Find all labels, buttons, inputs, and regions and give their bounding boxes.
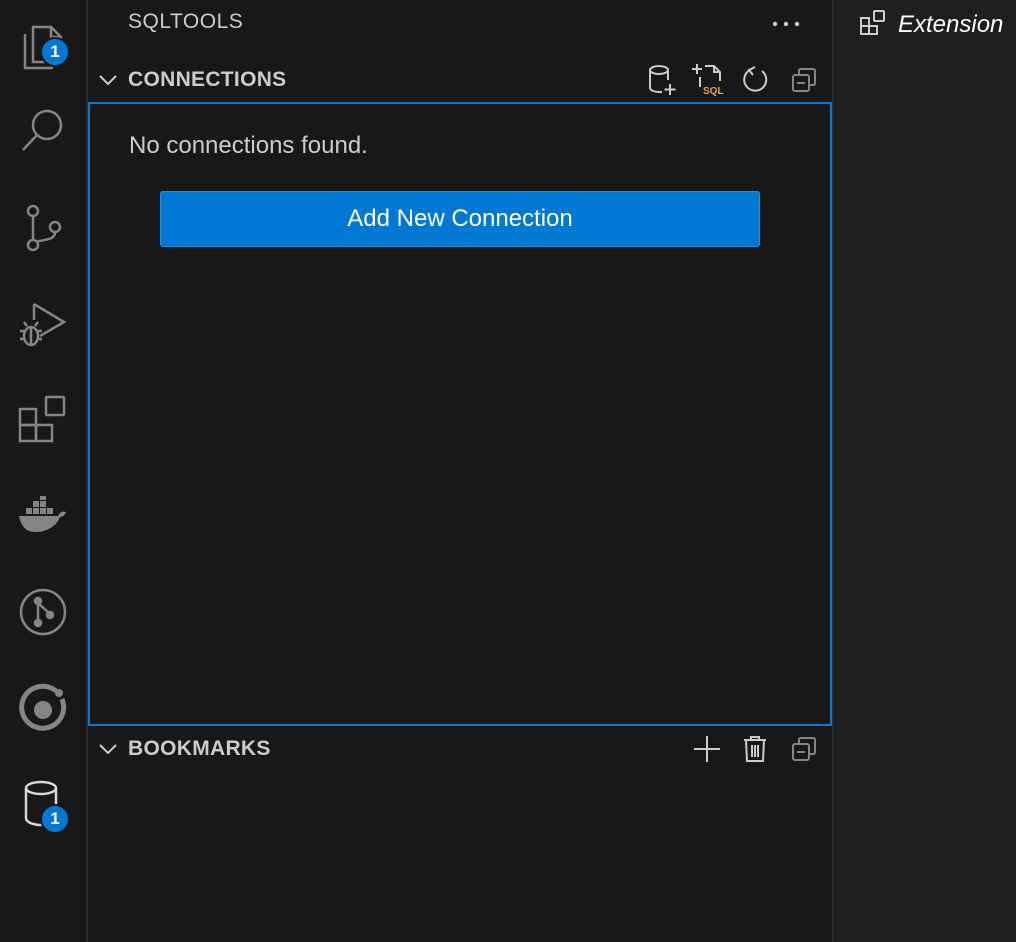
sidebar-sqltools: SQLTOOLS CONNECTIONS SQL No connections … bbox=[88, 0, 834, 942]
connections-title: CONNECTIONS bbox=[128, 68, 287, 91]
tab-extension[interactable]: Extension bbox=[834, 0, 1016, 48]
activity-extensions[interactable] bbox=[0, 372, 86, 468]
refresh-button[interactable] bbox=[737, 62, 773, 98]
extensions-icon bbox=[860, 10, 885, 35]
collapse-all-button[interactable] bbox=[786, 62, 822, 98]
collapse-all-icon bbox=[792, 68, 816, 92]
refresh-icon bbox=[743, 66, 768, 92]
tab-label: Extension bbox=[898, 11, 1004, 38]
delete-bookmarks-button[interactable] bbox=[737, 731, 773, 767]
source-control-icon bbox=[26, 204, 62, 252]
no-connections-message: No connections found. bbox=[129, 132, 368, 159]
run-debug-icon bbox=[20, 302, 67, 347]
activity-source-control[interactable] bbox=[0, 180, 86, 276]
more-actions-button[interactable] bbox=[768, 6, 804, 42]
trash-icon bbox=[744, 736, 766, 762]
chevron-down-icon bbox=[99, 75, 117, 86]
bookmarks-section-header[interactable]: BOOKMARKS bbox=[88, 727, 832, 771]
new-sql-file-icon: SQL bbox=[692, 64, 724, 97]
activity-docker[interactable] bbox=[0, 468, 86, 564]
activity-search[interactable] bbox=[0, 82, 86, 178]
add-new-connection-button[interactable]: Add New Connection bbox=[160, 191, 760, 247]
activity-sqltools[interactable]: 1 bbox=[0, 756, 86, 852]
ionic-icon bbox=[19, 683, 67, 731]
connections-section-header[interactable]: CONNECTIONS SQL bbox=[88, 58, 832, 102]
activity-ionic[interactable] bbox=[0, 660, 86, 756]
new-sql-file-button[interactable]: SQL bbox=[691, 62, 727, 98]
add-bookmark-button[interactable] bbox=[689, 731, 725, 767]
extensions-icon bbox=[18, 395, 66, 443]
activity-bar: 1 1 bbox=[0, 0, 88, 942]
activity-run-debug[interactable] bbox=[0, 276, 86, 372]
sqltools-badge: 1 bbox=[40, 804, 70, 834]
sidebar-title: SQLTOOLS bbox=[128, 10, 244, 33]
connections-view: No connections found. Add New Connection bbox=[88, 102, 832, 726]
ellipsis-icon bbox=[772, 21, 800, 27]
docker-icon bbox=[19, 496, 66, 532]
database-add-icon bbox=[649, 65, 676, 95]
collapse-all-icon bbox=[792, 737, 816, 761]
explorer-badge: 1 bbox=[40, 37, 70, 67]
collapse-all-button[interactable] bbox=[786, 731, 822, 767]
editor-area: Extension bbox=[834, 0, 1016, 942]
activity-gitlens[interactable] bbox=[0, 564, 86, 660]
add-connection-button[interactable] bbox=[644, 62, 680, 98]
bookmarks-title: BOOKMARKS bbox=[128, 737, 271, 760]
plus-icon bbox=[694, 736, 720, 762]
chevron-down-icon bbox=[99, 744, 117, 755]
gitlens-icon bbox=[19, 588, 67, 636]
search-icon bbox=[22, 109, 63, 151]
sql-label: SQL bbox=[703, 86, 724, 97]
